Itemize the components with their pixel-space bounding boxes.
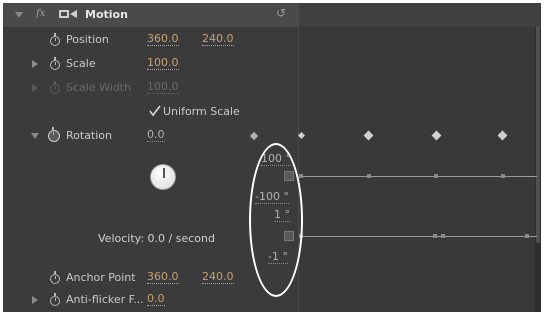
checkmark-icon (149, 105, 161, 117)
rotation-dial[interactable] (150, 164, 176, 190)
scale-width-value: 100.0 (147, 80, 179, 94)
anchor-point-x-value[interactable]: 360.0 (147, 271, 179, 284)
panel-divider[interactable] (298, 3, 299, 312)
velocity-point[interactable] (299, 234, 303, 238)
stopwatch-icon[interactable] (48, 127, 60, 142)
scale-value[interactable]: 100.0 (147, 57, 179, 70)
rotation-value[interactable]: 0.0 (147, 129, 165, 142)
expand-triangle-icon[interactable] (32, 60, 38, 68)
fx-toggle-icon[interactable]: fx (36, 8, 45, 19)
anchor-point-y-value[interactable]: 240.0 (202, 271, 234, 284)
graph-handle[interactable] (284, 171, 294, 181)
dial-needle (163, 168, 165, 178)
stopwatch-icon[interactable] (50, 271, 60, 284)
effect-controls-panel: fx Motion ↺ Position 360.0 240.0 Scale 1… (3, 3, 541, 312)
uniform-scale-label: Uniform Scale (163, 105, 240, 118)
collapse-triangle-icon[interactable] (31, 133, 39, 139)
property-label: Rotation (66, 129, 113, 142)
property-label: Anti-flicker F... (66, 293, 144, 306)
graph-max-label: 100 ° (261, 152, 291, 166)
timeline-area[interactable] (299, 3, 541, 312)
effect-name: Motion (85, 8, 128, 21)
property-label: Position (66, 33, 109, 46)
reset-icon[interactable]: ↺ (276, 6, 286, 20)
property-label: Scale (66, 57, 96, 70)
scrollbar[interactable] (535, 3, 541, 312)
velocity-point[interactable] (441, 234, 445, 238)
velocity-max-label: 1 ° (274, 208, 290, 222)
velocity-point[interactable] (433, 234, 437, 238)
position-x-value[interactable]: 360.0 (147, 33, 179, 46)
uniform-scale-checkbox[interactable] (149, 105, 161, 117)
graph-point[interactable] (299, 174, 303, 178)
velocity-graph-line (299, 236, 537, 237)
stopwatch-icon[interactable] (50, 33, 60, 46)
graph-point[interactable] (367, 174, 371, 178)
velocity-point[interactable] (525, 234, 529, 238)
expand-triangle-icon (32, 84, 38, 92)
stopwatch-icon[interactable] (50, 57, 60, 70)
motion-icon (59, 9, 79, 24)
graph-point[interactable] (434, 174, 438, 178)
scrollbar-thumb[interactable] (536, 3, 540, 243)
stopwatch-icon[interactable] (50, 293, 60, 306)
motion-effect-header[interactable]: fx Motion ↺ (3, 3, 298, 27)
property-row-anchor-point[interactable]: Anchor Point 360.0 240.0 (3, 267, 298, 289)
velocity-handle[interactable] (284, 231, 294, 241)
property-row-scale[interactable]: Scale 100.0 (3, 53, 298, 75)
graph-min-label: -100 ° (255, 190, 289, 204)
property-row-uniform-scale[interactable]: Uniform Scale (3, 101, 298, 123)
graph-point[interactable] (501, 174, 505, 178)
stopwatch-icon (50, 81, 60, 94)
property-row-position[interactable]: Position 360.0 240.0 (3, 29, 298, 51)
header-timeline-strip (299, 3, 541, 27)
anti-flicker-value[interactable]: 0.0 (147, 293, 165, 306)
position-y-value[interactable]: 240.0 (202, 33, 234, 46)
property-row-anti-flicker[interactable]: Anti-flicker F... 0.0 (3, 289, 298, 311)
collapse-triangle-icon[interactable] (15, 12, 23, 18)
velocity-label: Velocity: 0.0 / second (98, 232, 215, 245)
property-row-scale-width: Scale Width 100.0 (3, 77, 298, 99)
velocity-min-label: -1 ° (268, 250, 288, 264)
expand-triangle-icon[interactable] (32, 296, 38, 304)
property-label: Anchor Point (66, 271, 136, 284)
property-label: Scale Width (66, 81, 132, 94)
